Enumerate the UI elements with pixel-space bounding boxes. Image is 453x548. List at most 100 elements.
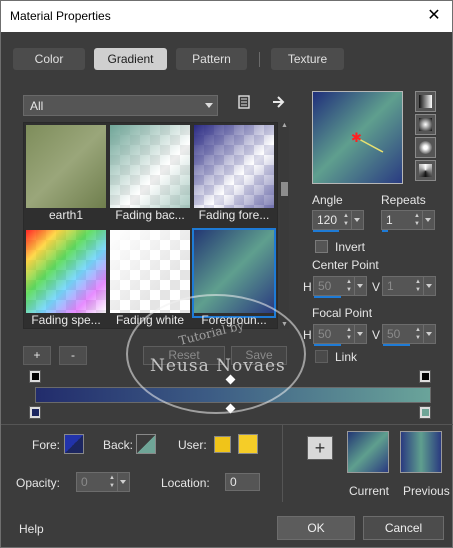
spin-arrows-icon[interactable]: ▲ ▼ bbox=[413, 326, 423, 342]
add-gradient-button[interactable]: + bbox=[23, 346, 51, 365]
focal-h-label: H bbox=[303, 328, 312, 342]
angle-input[interactable]: 120 ▲ ▼ bbox=[312, 210, 364, 232]
sunburst-gradient-icon bbox=[419, 141, 432, 154]
linear-style-button[interactable] bbox=[415, 91, 436, 112]
radial-gradient-icon bbox=[419, 164, 432, 177]
center-point-label: Center Point bbox=[312, 258, 379, 272]
cancel-button[interactable]: Cancel bbox=[363, 516, 444, 540]
gradient-preview[interactable]: ✱ bbox=[312, 91, 403, 184]
color-stop-left[interactable] bbox=[29, 406, 41, 419]
center-v-label: V bbox=[372, 280, 381, 294]
link-checkbox[interactable] bbox=[315, 350, 328, 363]
scrollbar-thumb[interactable] bbox=[281, 182, 288, 196]
help-link[interactable]: Help bbox=[19, 522, 44, 536]
chevron-down-icon[interactable] bbox=[423, 277, 435, 295]
user-color-swatch-b[interactable] bbox=[238, 434, 258, 454]
center-v-input[interactable]: 1 ▲ ▼ bbox=[382, 276, 436, 296]
transparency-stop-left[interactable] bbox=[29, 370, 41, 383]
swatch-label: Fading bac... bbox=[115, 208, 185, 222]
transparency-stop-right[interactable] bbox=[419, 370, 431, 383]
tab-color[interactable]: Color bbox=[13, 48, 85, 70]
category-dropdown[interactable]: All bbox=[23, 95, 218, 116]
tab-texture[interactable]: Texture bbox=[271, 48, 344, 70]
swatch-fading-white[interactable]: Fading white bbox=[110, 230, 190, 327]
focal-h-input[interactable]: 50 ▲ ▼ bbox=[313, 324, 367, 346]
swatch-label: Fading white bbox=[115, 313, 185, 327]
scroll-down-icon[interactable]: ▼ bbox=[280, 321, 289, 329]
invert-checkbox[interactable] bbox=[315, 240, 328, 253]
scroll-up-icon[interactable]: ▲ bbox=[280, 122, 289, 130]
divider bbox=[1, 424, 453, 425]
save-button[interactable]: Save bbox=[231, 346, 287, 365]
center-h-label: H bbox=[303, 280, 312, 294]
tab-separator bbox=[259, 52, 260, 67]
color-midpoint[interactable] bbox=[225, 403, 236, 414]
spin-arrows-icon[interactable]: ▲ ▼ bbox=[413, 278, 423, 294]
back-label: Back: bbox=[103, 438, 134, 452]
repeats-label: Repeats bbox=[381, 193, 426, 207]
user-label: User: bbox=[178, 438, 207, 452]
tab-gradient[interactable]: Gradient bbox=[94, 48, 167, 70]
back-color-swatch[interactable] bbox=[136, 434, 156, 454]
chevron-down-icon[interactable] bbox=[351, 211, 363, 229]
current-label: Current bbox=[349, 484, 390, 498]
user-color-swatch-a[interactable] bbox=[214, 436, 231, 453]
chevron-down-icon[interactable] bbox=[354, 325, 366, 343]
spin-arrows-icon[interactable]: ▲ ▼ bbox=[341, 212, 351, 228]
linear-gradient-icon bbox=[419, 95, 432, 108]
gradient-editor-bar[interactable] bbox=[35, 387, 431, 403]
location-input[interactable]: 0 bbox=[225, 473, 260, 491]
link-label: Link bbox=[335, 350, 358, 364]
rectangular-style-button[interactable] bbox=[415, 114, 436, 135]
center-h-input[interactable]: 50 ▲ ▼ bbox=[313, 276, 367, 298]
rectangular-gradient-icon bbox=[419, 118, 432, 131]
spin-arrows-icon[interactable]: ▲ ▼ bbox=[344, 278, 354, 294]
spin-arrows-icon[interactable]: ▲ ▼ bbox=[412, 212, 422, 228]
title-bar: Material Properties ✕ bbox=[0, 0, 453, 32]
radial-style-button[interactable] bbox=[415, 160, 436, 181]
chevron-down-icon[interactable] bbox=[423, 325, 435, 343]
swatch-fading-spectrum[interactable]: Fading spe... bbox=[26, 230, 106, 327]
current-material-swatch bbox=[347, 431, 389, 473]
swatch-label: earth1 bbox=[48, 208, 84, 222]
angle-handle[interactable]: ✱ bbox=[313, 92, 404, 185]
ok-button[interactable]: OK bbox=[277, 516, 355, 540]
chevron-down-icon[interactable] bbox=[117, 473, 129, 491]
invert-label: Invert bbox=[335, 240, 366, 254]
swatch-fading-foreground[interactable]: Fading fore... bbox=[194, 125, 274, 222]
location-label: Location: bbox=[161, 476, 210, 490]
material-properties-dialog: Color Gradient Pattern Texture All earth… bbox=[0, 32, 453, 548]
focal-v-input[interactable]: 50 ▲ ▼ bbox=[382, 324, 436, 346]
fore-color-swatch[interactable] bbox=[64, 434, 84, 454]
add-swatch-button[interactable]: + bbox=[307, 436, 333, 460]
sunburst-style-button[interactable] bbox=[415, 137, 436, 158]
spin-arrows-icon[interactable]: ▲ ▼ bbox=[344, 326, 354, 342]
swatch-fading-background[interactable]: Fading bac... bbox=[110, 125, 190, 222]
remove-gradient-button[interactable]: - bbox=[59, 346, 87, 365]
reset-button[interactable]: Reset bbox=[143, 346, 225, 365]
previous-material-swatch[interactable] bbox=[400, 431, 442, 473]
category-value: All bbox=[30, 99, 44, 113]
arrow-right-icon[interactable] bbox=[269, 94, 289, 112]
window-title: Material Properties bbox=[10, 9, 111, 23]
transparency-midpoint[interactable] bbox=[225, 374, 236, 385]
angle-label: Angle bbox=[312, 193, 343, 207]
gradient-swatch-list: earth1 Fading bac... Fading fore... Fadi… bbox=[23, 122, 278, 329]
swatch-label: Foregroun... bbox=[201, 313, 267, 327]
chevron-down-icon[interactable] bbox=[422, 211, 434, 229]
previous-label: Previous bbox=[403, 484, 450, 498]
chevron-down-icon[interactable] bbox=[354, 277, 366, 295]
swatch-earth1[interactable]: earth1 bbox=[26, 125, 106, 222]
library-icon[interactable] bbox=[234, 94, 254, 112]
swatch-label: Fading fore... bbox=[198, 208, 270, 222]
repeats-input[interactable]: 1 ▲ ▼ bbox=[381, 210, 435, 232]
close-icon[interactable]: ✕ bbox=[416, 1, 452, 32]
opacity-input[interactable]: 0 ▲ ▼ bbox=[76, 472, 130, 492]
chevron-down-icon bbox=[205, 103, 213, 108]
tab-pattern[interactable]: Pattern bbox=[176, 48, 247, 70]
swatch-foreground-background[interactable]: Foregroun... bbox=[192, 228, 276, 327]
swatch-scrollbar[interactable]: ▲ ▼ bbox=[280, 122, 289, 329]
spin-arrows-icon[interactable]: ▲ ▼ bbox=[107, 474, 117, 490]
color-stop-right[interactable] bbox=[419, 406, 431, 419]
fore-label: Fore: bbox=[32, 438, 61, 452]
